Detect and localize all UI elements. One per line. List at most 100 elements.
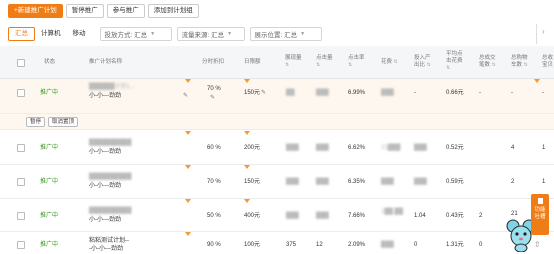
sort-icon: ⇅ <box>285 62 290 68</box>
pencil-icon[interactable]: ✎ <box>210 94 215 102</box>
row-plan-name-line1[interactable]: ██████████ <box>89 139 132 147</box>
header-status[interactable]: 状态 <box>44 59 55 66</box>
row-plan-name-line2: 小-小---劲劲 <box>89 149 121 155</box>
row-checkbox[interactable] <box>17 89 25 97</box>
row-roi: ███ <box>414 179 427 185</box>
row-cost: ███ <box>381 179 394 185</box>
toolbar: +新建推广计划 暂停推广 参与推广 添加到计划组 <box>8 4 199 18</box>
tab-mobile[interactable]: 移动 <box>67 27 92 41</box>
row-clicks: ███ <box>316 179 329 185</box>
traffic-source-select[interactable]: 流量来源: 汇总 ▼ <box>176 27 245 41</box>
header-total-deals-line1: 总成交 <box>479 55 496 61</box>
header-cost[interactable]: 花费 ⇅ <box>381 59 398 66</box>
header-extra[interactable]: 总收 宝贝 <box>542 55 553 69</box>
row-clicks: ███ <box>316 90 329 96</box>
row-status: 推广中 <box>40 213 59 219</box>
header-total-deals[interactable]: 总成交 笔数 ⇅ <box>479 55 496 69</box>
row-cost: 1██.██ <box>381 209 404 215</box>
row-extra: - <box>542 90 544 96</box>
row-plan-name-line1[interactable]: 粘粘测试计划-- <box>89 237 129 245</box>
tab-computer[interactable]: 计算机 <box>35 27 67 41</box>
row-unpin-button[interactable]: 取消置顶 <box>48 117 79 127</box>
pause-promotion-button[interactable]: 暂停推广 <box>65 4 104 18</box>
row-pause-button[interactable]: 暂停 <box>26 117 46 127</box>
row-total-fav: - <box>511 90 513 96</box>
row-checkbox[interactable] <box>17 241 25 249</box>
header-total-fav[interactable]: 总购物 车数 ⇅ <box>511 55 528 69</box>
row-status: 推广中 <box>40 179 59 185</box>
header-plan-name[interactable]: 推广计划名称 <box>89 59 122 66</box>
chevron-down-icon: ▼ <box>227 31 233 37</box>
header-clicks[interactable]: 点击量 ⇅ <box>316 55 333 69</box>
row-checkbox[interactable] <box>17 178 25 186</box>
row-checkbox[interactable] <box>17 144 25 152</box>
row-ctr: 6.62% <box>348 145 366 151</box>
sort-icon: ⇅ <box>523 62 528 68</box>
pencil-icon[interactable]: ✎ <box>261 89 266 97</box>
row-clicks: ███ <box>316 145 329 151</box>
new-plan-button[interactable]: +新建推广计划 <box>8 4 63 18</box>
row-budget: 150元 <box>244 179 261 185</box>
table-row[interactable]: 推广中 ██████████ 小-小---劲劲 60 % 200元 ███ ██… <box>0 131 554 165</box>
row-cost: 31███ <box>381 145 401 151</box>
tab-summary[interactable]: 汇总 <box>8 27 35 41</box>
sort-icon: ⇅ <box>393 59 398 65</box>
pencil-icon[interactable]: ✎ <box>183 92 188 100</box>
row-cost: ███ <box>381 242 394 248</box>
header-ctr-label: 点击率 <box>348 55 365 61</box>
header-roi-line2: 出比 <box>414 62 426 68</box>
corner-marker <box>185 165 191 169</box>
sort-icon: ⇅ <box>426 62 431 68</box>
header-total-fav-line1: 总购物 <box>511 55 528 61</box>
header-daily-budget[interactable]: 日限额 <box>244 59 261 66</box>
table-row[interactable]: 推广中 ██████████ 小-小---劲劲 70 % 150元 ███ ██… <box>0 165 554 199</box>
row-ctr: 6.35% <box>348 179 366 185</box>
bid-mode-select[interactable]: 投放方式: 汇总 ▼ <box>99 27 172 41</box>
row-discount: 60 % <box>207 145 221 151</box>
feedback-button[interactable]: 功能 吐槽 <box>531 194 549 235</box>
table-row[interactable]: 推广中 ██████████ 小-小---劲劲 50 % 400元 ███ ██… <box>0 199 554 232</box>
corner-marker <box>185 199 191 203</box>
row-plan-name-line2: 小-小---劲劲 <box>89 183 121 189</box>
header-avg-cpc[interactable]: 平均点 击花费 ⇅ <box>446 51 463 72</box>
display-position-select[interactable]: 展示位置: 汇总 ▼ <box>249 27 322 41</box>
header-total-fav-line2: 车数 <box>511 62 523 68</box>
sort-icon: ⇅ <box>491 62 496 68</box>
row-discount: 70 % <box>207 86 221 92</box>
row-extra: 1 <box>542 179 546 185</box>
row-actions-bar: 暂停 取消置顶 <box>0 114 554 130</box>
header-ctr[interactable]: 点击率 ⇅ <box>348 55 365 69</box>
table-row[interactable]: 推广中 ██████计划1... 小-小---劲劲 ✎ 70 % ✎ 150元 … <box>0 79 554 114</box>
feedback-label-line1: 功能 <box>534 207 546 213</box>
display-position-value: 展示位置: 汇总 <box>254 32 298 39</box>
row-total-deals: - <box>479 90 481 96</box>
row-avg-cpc: 0.66元 <box>446 90 464 96</box>
row-discount: 50 % <box>207 213 221 219</box>
join-promotion-button[interactable]: 参与推广 <box>106 4 145 18</box>
row-plan-name-line1[interactable]: ██████████ <box>89 207 132 215</box>
row-plan-name-line1[interactable]: ██████████ <box>89 173 132 181</box>
row-total-fav: 4 <box>511 145 515 151</box>
row-discount: 70 % <box>207 179 221 185</box>
row-clicks: 12 <box>316 242 323 248</box>
table-header: 状态 推广计划名称 分时折扣 日限额 展现量 ⇅ 点击量 ⇅ 点击率 ⇅ 花费 … <box>0 46 554 79</box>
header-time-discount[interactable]: 分时折扣 <box>202 59 224 66</box>
table-row[interactable]: 推广中 粘粘测试计划-- -小-小---劲劲 90 % 100元 375 12 … <box>0 232 554 254</box>
bid-mode-value: 投放方式: 汇总 <box>104 32 148 39</box>
header-impressions[interactable]: 展现量 ⇅ <box>285 55 302 69</box>
header-roi[interactable]: 投入产 出比 ⇅ <box>414 55 431 69</box>
row-avg-cpc: 0.43元 <box>446 213 464 219</box>
header-total-deals-line2: 笔数 <box>479 62 491 68</box>
more-columns-icon[interactable]: › <box>542 27 545 36</box>
back-to-top-icon[interactable]: ⇧ <box>534 240 541 249</box>
select-all-checkbox[interactable] <box>17 59 25 67</box>
row-impressions: 375 <box>286 242 297 248</box>
row-ctr: 7.66% <box>348 213 366 219</box>
row-checkbox[interactable] <box>17 212 25 220</box>
chevron-down-icon: ▼ <box>150 31 156 37</box>
row-avg-cpc: 0.52元 <box>446 145 464 151</box>
add-to-group-button[interactable]: 添加到计划组 <box>147 4 199 18</box>
row-budget: 400元 <box>244 213 261 219</box>
header-extra-line1: 总收 <box>542 55 554 61</box>
row-plan-name-line1[interactable]: ██████计划1... <box>89 83 135 91</box>
